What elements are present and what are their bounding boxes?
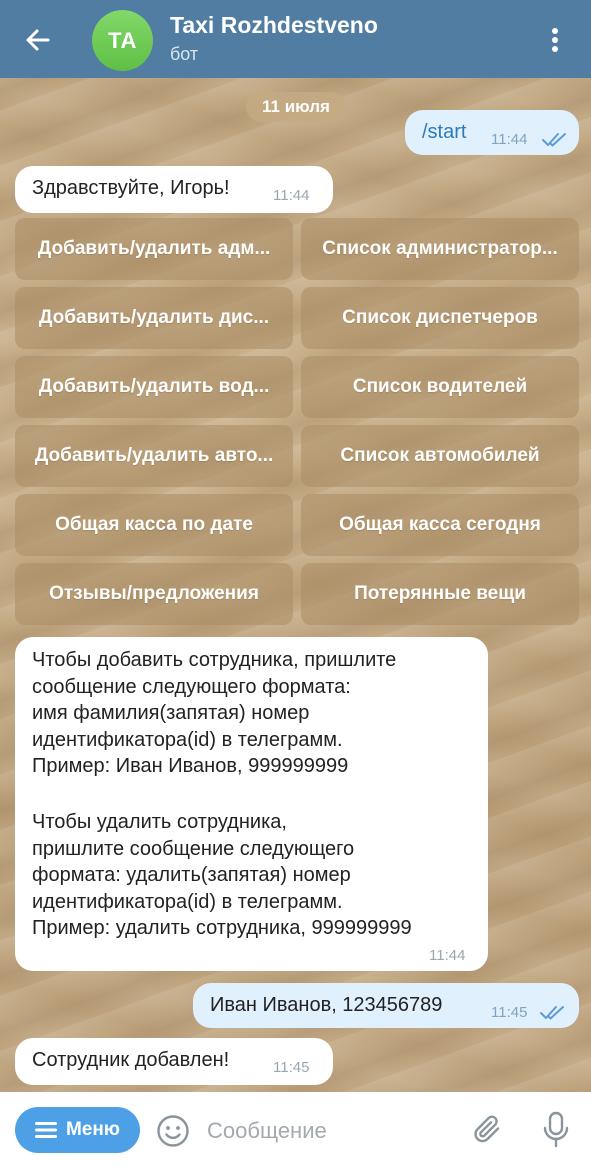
chat-header: TA Taxi Rozhdestveno бот xyxy=(0,0,591,78)
lost-items-button[interactable]: Потерянные вещи xyxy=(301,563,579,625)
cash-today-button[interactable]: Общая касса сегодня xyxy=(301,494,579,556)
add-remove-dispatcher-button[interactable]: Добавить/удалить дис... xyxy=(15,287,293,349)
button-label: Общая касса по дате xyxy=(55,514,253,535)
message-time: 11:44 xyxy=(429,947,466,964)
date-chip: 11 июля xyxy=(246,92,346,122)
button-label: Добавить/удалить вод... xyxy=(38,376,270,397)
message-text-remove: Чтобы удалить сотрудника, пришлите сообщ… xyxy=(32,811,412,939)
message-time: 11:44 xyxy=(273,187,310,204)
input-bar: Меню xyxy=(0,1092,591,1166)
car-list-button[interactable]: Список автомобилей xyxy=(301,425,579,487)
incoming-message[interactable]: Чтобы добавить сотрудника, пришлите сооб… xyxy=(15,637,488,971)
button-label: Список администратор... xyxy=(322,238,558,259)
message-text-add: Чтобы добавить сотрудника, пришлите сооб… xyxy=(32,649,397,777)
avatar[interactable]: TA xyxy=(92,10,153,71)
message-time: 11:44 xyxy=(491,131,528,148)
add-remove-driver-button[interactable]: Добавить/удалить вод... xyxy=(15,356,293,418)
button-label: Общая касса сегодня xyxy=(339,514,541,535)
message-text: Иван Иванов, 123456789 xyxy=(210,994,443,1016)
cash-by-date-button[interactable]: Общая касса по дате xyxy=(15,494,293,556)
message-text: /start xyxy=(422,121,467,143)
button-label: Список автомобилей xyxy=(340,445,540,466)
button-label: Список водителей xyxy=(352,376,528,397)
incoming-message[interactable]: Здравствуйте, Игорь! 11:44 xyxy=(15,166,333,213)
button-label: Список диспетчеров xyxy=(342,307,538,328)
microphone-icon[interactable] xyxy=(540,1111,572,1149)
dispatcher-list-button[interactable]: Список диспетчеров xyxy=(301,287,579,349)
chat-subtitle: бот xyxy=(170,44,199,64)
button-label: Потерянные вещи xyxy=(354,583,526,604)
button-label: Добавить/удалить адм... xyxy=(37,238,271,259)
outgoing-message[interactable]: Иван Иванов, 123456789 11:45 xyxy=(193,983,579,1028)
button-label: Добавить/удалить дис... xyxy=(38,307,270,328)
driver-list-button[interactable]: Список водителей xyxy=(301,356,579,418)
incoming-message[interactable]: Сотрудник добавлен! 11:45 xyxy=(15,1038,333,1085)
back-arrow-icon[interactable] xyxy=(22,24,54,56)
double-check-icon xyxy=(540,1006,564,1020)
message-text: Здравствуйте, Игорь! xyxy=(32,177,230,199)
message-time: 11:45 xyxy=(273,1059,310,1076)
paperclip-icon[interactable] xyxy=(470,1112,506,1148)
add-remove-admin-button[interactable]: Добавить/удалить адм... xyxy=(15,218,293,280)
feedback-button[interactable]: Отзывы/предложения xyxy=(15,563,293,625)
message-text: Сотрудник добавлен! xyxy=(32,1049,230,1071)
double-check-icon xyxy=(542,133,566,147)
admin-list-button[interactable]: Список администратор... xyxy=(301,218,579,280)
chat-title[interactable]: Taxi Rozhdestveno xyxy=(170,12,378,39)
add-remove-car-button[interactable]: Добавить/удалить авто... xyxy=(15,425,293,487)
message-time: 11:45 xyxy=(491,1004,528,1021)
outgoing-message[interactable]: /start 11:44 xyxy=(405,110,579,155)
menu-label: Меню xyxy=(65,1119,121,1140)
hamburger-icon xyxy=(34,1122,57,1138)
more-vertical-icon[interactable] xyxy=(539,24,571,56)
emoji-icon[interactable] xyxy=(156,1114,190,1148)
button-label: Добавить/удалить авто... xyxy=(34,445,274,466)
bot-menu-button[interactable]: Меню xyxy=(15,1107,140,1153)
button-label: Отзывы/предложения xyxy=(49,583,259,604)
message-input[interactable] xyxy=(207,1114,457,1148)
